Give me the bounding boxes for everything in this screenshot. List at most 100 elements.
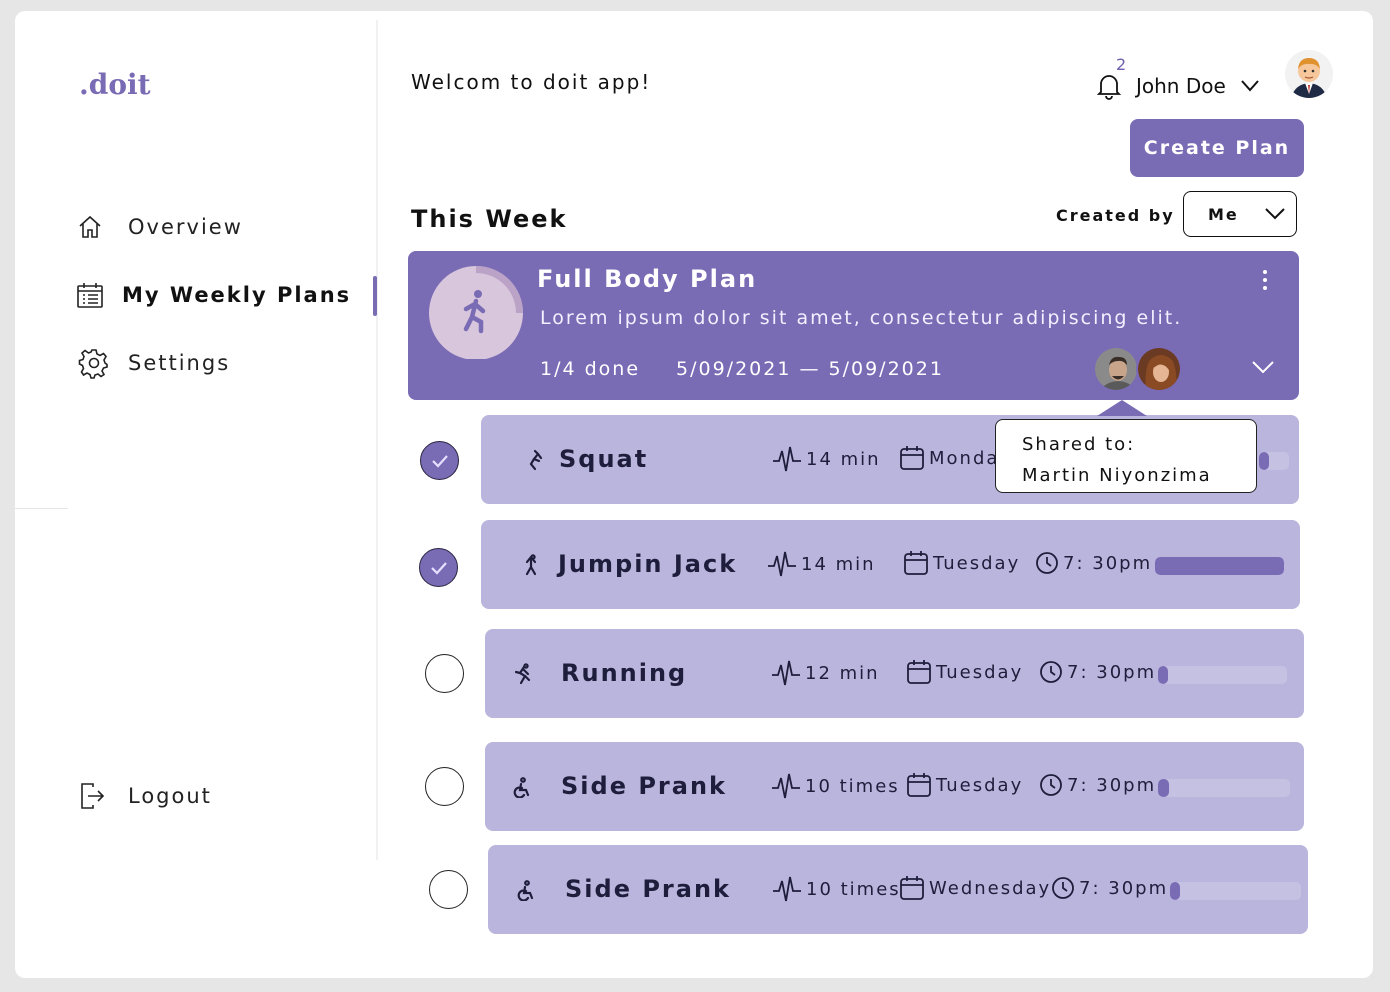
chevron-down-icon <box>1265 208 1285 220</box>
exercise-time: 7: 30pm <box>1051 876 1168 900</box>
logout-button[interactable]: Logout <box>76 780 212 812</box>
exercise-progress-bar <box>1170 882 1301 900</box>
time-text: 7: 30pm <box>1079 877 1169 899</box>
duration-text: 14 min <box>806 448 881 470</box>
exercise-row[interactable]: Jumpin Jack 14 min Tuesday 7: 30pm <box>481 520 1300 609</box>
plan-card[interactable]: Full Body Plan Lorem ipsum dolor sit ame… <box>408 251 1299 400</box>
exercise-icon <box>511 776 533 798</box>
weekly-plans-icon <box>74 279 106 311</box>
sidebar-divider <box>376 20 378 860</box>
created-by-select[interactable]: Me <box>1183 191 1297 237</box>
exercise-duration: 10 times <box>772 873 901 905</box>
exercise-icon <box>515 879 537 901</box>
shared-to-tooltip: Shared to: Martin Niyonzima <box>995 419 1257 493</box>
calendar-icon <box>900 446 924 470</box>
shared-user-avatar[interactable] <box>1093 346 1139 392</box>
sidebar-item-label: Settings <box>128 351 231 375</box>
exercise-day: Tuesday <box>906 772 1023 798</box>
exercise-checkbox[interactable] <box>420 441 459 480</box>
pulse-icon <box>772 773 800 799</box>
exercise-time: 7: 30pm <box>1039 660 1156 684</box>
sidebar-item-label: My Weekly Plans <box>122 283 352 307</box>
calendar-icon <box>904 551 928 575</box>
exercise-day: Wednesday <box>899 875 1051 901</box>
exercise-duration: 14 min <box>772 443 881 475</box>
time-text: 7: 30pm <box>1067 661 1157 683</box>
clock-icon <box>1040 661 1062 683</box>
plan-progress-ring <box>429 266 523 359</box>
calendar-icon <box>900 876 924 900</box>
chevron-down-icon[interactable] <box>1240 78 1260 97</box>
duration-text: 12 min <box>805 662 880 684</box>
exercise-checkbox[interactable] <box>425 767 464 806</box>
duration-text: 10 times <box>806 878 901 900</box>
sidebar-item-settings[interactable]: Settings <box>78 347 230 379</box>
active-indicator <box>373 276 377 316</box>
pulse-icon <box>772 660 800 686</box>
clock-icon <box>1052 877 1074 899</box>
exercise-checkbox[interactable] <box>429 870 468 909</box>
plan-dates: 5/09/2021 — 5/09/2021 <box>676 358 944 380</box>
exercise-row[interactable]: Running 12 min Tuesday 7: 30pm <box>485 629 1304 718</box>
section-title: This Week <box>411 205 568 233</box>
pulse-icon <box>773 446 801 472</box>
exercise-name: Side Prank <box>561 772 727 800</box>
exercise-duration: 14 min <box>767 548 876 580</box>
exercise-duration: 10 times <box>771 770 900 802</box>
exercise-time: 7: 30pm <box>1039 773 1156 797</box>
exercise-time: 7: 30pm <box>1035 551 1152 575</box>
notification-count: 2 <box>1116 55 1127 74</box>
logout-label: Logout <box>128 784 212 808</box>
exercise-icon <box>511 663 533 685</box>
exercise-name: Jumpin Jack <box>558 550 738 578</box>
user-name[interactable]: John Doe <box>1136 74 1226 98</box>
exercise-row[interactable]: Side Prank 10 times Wednesday 7: 30pm <box>488 845 1308 934</box>
more-vertical-icon[interactable] <box>1257 269 1273 295</box>
avatar[interactable] <box>1285 50 1333 98</box>
exercise-progress-bar <box>1155 557 1284 575</box>
pulse-icon <box>773 876 801 902</box>
sidebar-item-label: Overview <box>128 215 243 239</box>
created-by-value: Me <box>1208 204 1239 224</box>
time-text: 7: 30pm <box>1063 552 1153 574</box>
day-text: Tuesday <box>936 661 1024 683</box>
check-icon <box>430 561 447 575</box>
clock-icon <box>1036 552 1058 574</box>
gear-icon <box>78 347 110 379</box>
check-icon <box>431 454 448 468</box>
exercise-day: Tuesday <box>903 550 1020 576</box>
shared-user-avatar[interactable] <box>1136 346 1182 392</box>
exercise-progress-bar <box>1158 666 1287 684</box>
divider <box>15 508 68 509</box>
plan-description: Lorem ipsum dolor sit amet, consectetur … <box>540 307 1183 329</box>
logout-icon <box>76 780 108 812</box>
calendar-icon <box>907 660 931 684</box>
sidebar-item-weekly-plans[interactable]: My Weekly Plans <box>74 279 351 311</box>
expand-chevron-icon[interactable] <box>1251 359 1275 379</box>
exercise-checkbox[interactable] <box>419 548 458 587</box>
exercise-progress-bar <box>1259 452 1289 470</box>
progress-fill <box>1259 452 1269 470</box>
tooltip-user: Martin Niyonzima <box>1022 465 1212 486</box>
create-plan-button[interactable]: Create Plan <box>1130 119 1304 177</box>
bell-icon[interactable] <box>1096 72 1122 104</box>
progress-fill <box>1158 779 1169 797</box>
app-logo: .doit <box>79 68 151 101</box>
day-text: Tuesday <box>936 774 1024 796</box>
progress-fill <box>1155 557 1284 575</box>
home-icon <box>74 211 106 243</box>
exercise-icon <box>520 554 542 576</box>
progress-fill <box>1158 666 1168 684</box>
plan-progress-text: 1/4 done <box>540 358 641 380</box>
clock-icon <box>1040 774 1062 796</box>
exercise-row[interactable]: Side Prank 10 times Tuesday 7: 30pm <box>485 742 1304 831</box>
sidebar-item-overview[interactable]: Overview <box>74 211 243 243</box>
plan-title: Full Body Plan <box>537 265 758 293</box>
exercise-name: Running <box>561 659 688 687</box>
day-text: Wednesday <box>929 877 1052 899</box>
welcome-message: Welcom to doit app! <box>411 70 652 94</box>
duration-text: 10 times <box>805 775 900 797</box>
exercise-progress-bar <box>1158 779 1290 797</box>
tooltip-arrow <box>1097 400 1147 416</box>
exercise-checkbox[interactable] <box>425 654 464 693</box>
